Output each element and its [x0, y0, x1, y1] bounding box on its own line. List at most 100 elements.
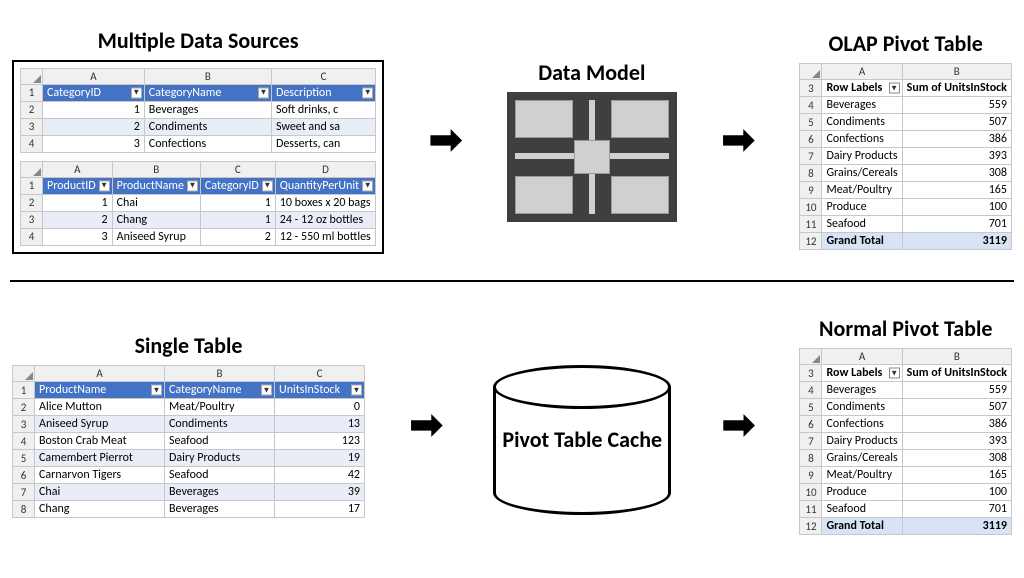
pivot-row: 8Grains/Cereals308 [800, 450, 1012, 467]
col-header: B [902, 64, 1011, 80]
filter-dropdown-icon[interactable]: ▼ [362, 87, 373, 98]
header-categoryid[interactable]: CategoryID▼ [200, 177, 275, 194]
single-source-table: A B C 1 ProductName▼ CategoryName▼ Units… [12, 365, 365, 518]
table-row: 4Boston Crab MeatSeafood123 [13, 433, 365, 450]
table-row: 2Alice MuttonMeat/Poultry0 [13, 399, 365, 416]
table-row: 6Carnarvon TigersSeafood42 [13, 467, 365, 484]
sheet-corner-icon [21, 68, 43, 84]
header-productname[interactable]: ProductName▼ [112, 177, 200, 194]
header-categoryid[interactable]: CategoryID▼ [43, 84, 145, 101]
filter-dropdown-icon[interactable]: ▼ [151, 385, 162, 396]
filter-dropdown-icon[interactable]: ▼ [362, 180, 373, 191]
sheet-corner-icon [800, 64, 822, 80]
filter-dropdown-icon[interactable]: ▼ [351, 385, 362, 396]
col-header: C [275, 366, 365, 382]
table-row: 4 3 Confections Desserts, can [21, 135, 376, 152]
filter-dropdown-icon[interactable]: ▼ [889, 83, 900, 94]
table-row: 8ChangBeverages17 [13, 501, 365, 518]
header-categoryname[interactable]: CategoryName▼ [144, 84, 271, 101]
table-row: 4 3 Aniseed Syrup 2 12 - 550 ml bottles [21, 228, 376, 245]
olap-pivot-table: A B 3 Row Labels▼ Sum of UnitsInStock 4B… [799, 63, 1012, 250]
table-row: 3 2 Condiments Sweet and sa [21, 118, 376, 135]
cache-column: Pivot Table Cache [487, 335, 677, 515]
sheet-corner-icon [800, 349, 822, 365]
normal-pivot-title: Normal Pivot Table [819, 315, 992, 342]
table-row: 2 1 Beverages Soft drinks, c [21, 101, 376, 118]
bottom-flow: Single Table A B C 1 ProductName▼ Catego… [0, 282, 1024, 568]
pivot-row-labels-header[interactable]: Row Labels▼ [822, 365, 902, 382]
col-header: A [43, 161, 113, 177]
datamodel-title: Data Model [538, 59, 645, 86]
pivot-grand-total: 12Grand Total3119 [800, 233, 1012, 250]
filter-dropdown-icon[interactable]: ▼ [99, 180, 110, 191]
filter-dropdown-icon[interactable]: ▼ [261, 385, 272, 396]
header-productname[interactable]: ProductName▼ [35, 382, 165, 399]
pivot-row: 10Produce100 [800, 484, 1012, 501]
pivot-row: 6Confections386 [800, 416, 1012, 433]
pivot-row: 7Dairy Products393 [800, 433, 1012, 450]
pivot-row: 10Produce100 [800, 199, 1012, 216]
filter-dropdown-icon[interactable]: ▼ [262, 180, 273, 191]
filter-dropdown-icon[interactable]: ▼ [187, 180, 198, 191]
pivot-cache-icon: Pivot Table Cache [487, 365, 677, 515]
sheet-corner-icon [21, 161, 43, 177]
pivot-row-labels-header[interactable]: Row Labels▼ [822, 80, 902, 97]
source-table-categories: A B C 1 CategoryID▼ CategoryName▼ Descri… [20, 68, 376, 153]
pivot-row: 9Meat/Poultry165 [800, 182, 1012, 199]
pivot-value-header: Sum of UnitsInStock [902, 80, 1011, 97]
datamodel-column: Data Model [507, 59, 677, 222]
col-header: B [144, 68, 271, 84]
col-header: A [822, 349, 902, 365]
header-quantityperunit[interactable]: QuantityPerUnit▼ [275, 177, 375, 194]
pivot-row: 7Dairy Products393 [800, 148, 1012, 165]
normal-pivot-table: A B 3 Row Labels▼ Sum of UnitsInStock 4B… [799, 348, 1012, 535]
pivot-row: 9Meat/Poultry165 [800, 467, 1012, 484]
table-row: 5Camembert PierrotDairy Products19 [13, 450, 365, 467]
single-table-title: Single Table [135, 332, 243, 359]
sources-column: Multiple Data Sources A B C 1 CategoryID… [12, 27, 384, 254]
pivot-grand-total: 12Grand Total3119 [800, 518, 1012, 535]
header-unitsinstock[interactable]: UnitsInStock▼ [275, 382, 365, 399]
arrow-right-icon: ➡ [403, 405, 449, 445]
col-header: D [275, 161, 375, 177]
table-row: 3 2 Chang 1 24 - 12 oz bottles [21, 211, 376, 228]
pivot-row: 11Seafood701 [800, 501, 1012, 518]
source-table-products: A B C D 1 ProductID▼ ProductName▼ Catego… [20, 161, 376, 246]
col-header: C [271, 68, 375, 84]
pivot-row: 4Beverages559 [800, 97, 1012, 114]
pivot-row: 8Grains/Cereals308 [800, 165, 1012, 182]
col-header: A [35, 366, 165, 382]
row-header: 1 [21, 84, 43, 101]
col-header: A [822, 64, 902, 80]
top-flow: Multiple Data Sources A B C 1 CategoryID… [0, 0, 1024, 280]
col-header: B [112, 161, 200, 177]
col-header: B [165, 366, 275, 382]
pivot-value-header: Sum of UnitsInStock [902, 365, 1011, 382]
normal-pivot-column: Normal Pivot Table A B 3 Row Labels▼ Sum… [799, 315, 1012, 535]
table-row: 7ChaiBeverages39 [13, 484, 365, 501]
filter-dropdown-icon[interactable]: ▼ [131, 87, 142, 98]
olap-pivot-column: OLAP Pivot Table A B 3 Row Labels▼ Sum o… [799, 30, 1012, 250]
col-header: B [902, 349, 1011, 365]
col-header: C [200, 161, 275, 177]
sheet-corner-icon [13, 366, 35, 382]
header-categoryname[interactable]: CategoryName▼ [165, 382, 275, 399]
single-table-column: Single Table A B C 1 ProductName▼ Catego… [12, 332, 365, 518]
olap-pivot-title: OLAP Pivot Table [829, 30, 983, 57]
table-row: 2 1 Chai 1 10 boxes x 20 bags [21, 194, 376, 211]
filter-dropdown-icon[interactable]: ▼ [889, 368, 900, 379]
pivot-row: 11Seafood701 [800, 216, 1012, 233]
header-description[interactable]: Description▼ [271, 84, 375, 101]
pivot-row: 6Confections386 [800, 131, 1012, 148]
header-productid[interactable]: ProductID▼ [43, 177, 113, 194]
arrow-right-icon: ➡ [423, 120, 469, 160]
filter-dropdown-icon[interactable]: ▼ [258, 87, 269, 98]
pivot-cache-label: Pivot Table Cache [502, 427, 662, 452]
col-header: A [43, 68, 145, 84]
pivot-row: 4Beverages559 [800, 382, 1012, 399]
arrow-right-icon: ➡ [715, 120, 761, 160]
table-row: 3Aniseed SyrupCondiments13 [13, 416, 365, 433]
datamodel-schematic-icon [507, 92, 677, 222]
sources-title: Multiple Data Sources [98, 27, 299, 54]
sources-box: A B C 1 CategoryID▼ CategoryName▼ Descri… [12, 60, 384, 254]
